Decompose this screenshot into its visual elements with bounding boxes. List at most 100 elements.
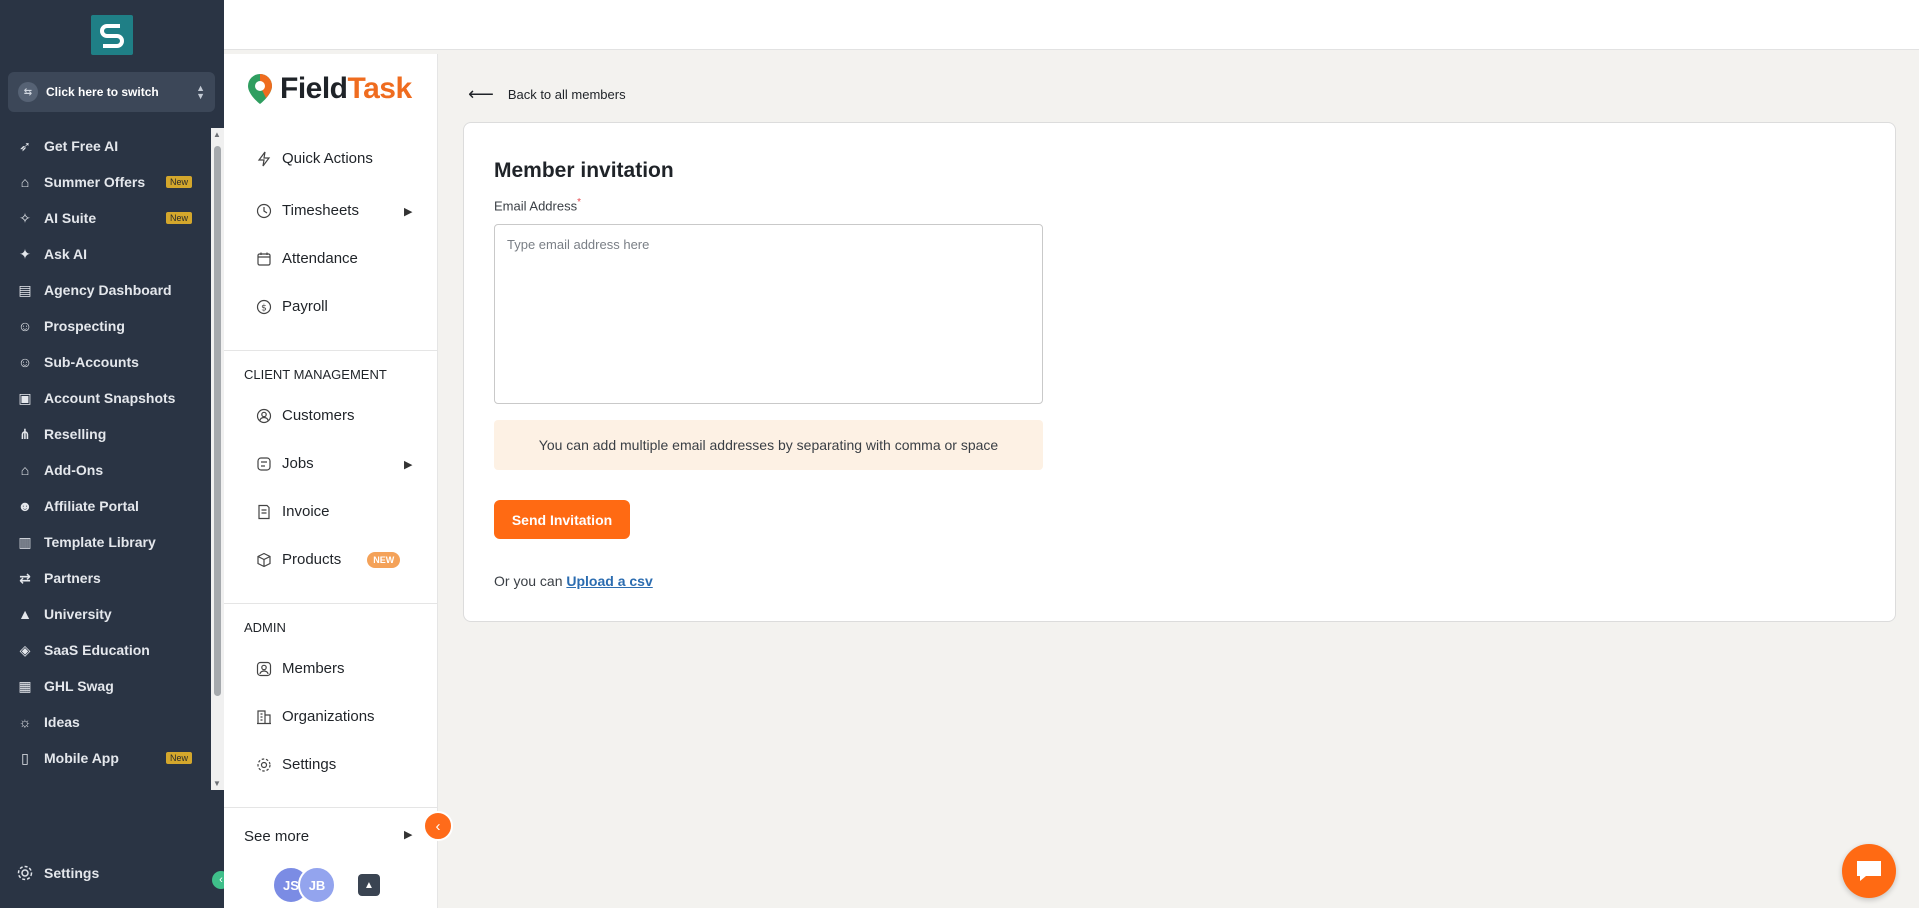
sidebar-scrollbar[interactable]: ▲ ▼ <box>211 128 224 790</box>
sidebar-item-template-library[interactable]: ▥ Template Library <box>0 524 212 560</box>
chevron-left-icon: ‹ <box>219 874 223 886</box>
nav-label: Timesheets <box>282 202 359 219</box>
scrollbar-thumb[interactable] <box>214 146 221 696</box>
payroll-icon: $ <box>256 299 272 315</box>
sidebar-item-get-free-ai[interactable]: ➶ Get Free AI <box>0 128 212 164</box>
back-to-members-link[interactable]: ⟵ Back to all members <box>468 84 626 105</box>
sidebar-item-label: Account Snapshots <box>44 390 176 406</box>
sidebar-item-label: Sub-Accounts <box>44 354 139 370</box>
network-icon: ⋔ <box>19 425 31 442</box>
invoice-icon <box>256 504 272 520</box>
nav-label: Jobs <box>282 455 314 472</box>
sidebar-item-ghl-swag[interactable]: ▦ GHL Swag <box>0 668 212 704</box>
sidebar-item-ideas[interactable]: ☼ Ideas <box>0 704 212 740</box>
sidebar-item-agency-dashboard[interactable]: ▤ Agency Dashboard <box>0 272 212 308</box>
chat-widget-button[interactable] <box>1842 844 1896 898</box>
sidebar-item-prospecting[interactable]: ☺ Prospecting <box>0 308 212 344</box>
sidebar-item-partners[interactable]: ⇄ Partners <box>0 560 212 596</box>
scroll-up-arrow-icon[interactable]: ▲ <box>213 130 221 139</box>
dashboard-icon: ▤ <box>18 281 32 298</box>
sidebar-item-label: Affiliate Portal <box>44 498 139 514</box>
stars-icon: ✦ <box>19 245 31 262</box>
sidebar-item-label: SaaS Education <box>44 642 150 658</box>
email-hint: You can add multiple email addresses by … <box>494 420 1043 470</box>
account-switcher[interactable]: ⇆ Click here to switch ▲ ▼ <box>8 72 215 112</box>
section-heading-admin: ADMIN <box>244 620 286 635</box>
email-label-text: Email Address <box>494 198 578 214</box>
nav-products[interactable]: Products NEW <box>256 551 401 568</box>
nav-invoice[interactable]: Invoice <box>256 503 330 520</box>
back-link-label: Back to all members <box>507 87 626 102</box>
new-badge: New <box>165 212 192 224</box>
chat-icon <box>1857 861 1881 881</box>
user-search-icon: ☺ <box>17 318 33 334</box>
sidebar-item-mobile-app[interactable]: ▯ Mobile App New <box>0 740 212 776</box>
sidebar-item-reselling[interactable]: ⋔ Reselling <box>0 416 212 452</box>
expand-up-button[interactable]: ▲ <box>358 874 380 896</box>
nav-label: Invoice <box>282 503 330 520</box>
library-icon: ▥ <box>18 533 32 550</box>
sidebar-item-ask-ai[interactable]: ✦ Ask AI <box>0 236 212 272</box>
chevron-up-icon: ▲ <box>364 879 374 891</box>
sidebar-item-settings[interactable]: Settings <box>16 864 99 882</box>
nav-label: Quick Actions <box>282 150 373 167</box>
collapse-panel-button[interactable]: ‹ <box>423 811 453 841</box>
sidebar-item-ai-suite[interactable]: ✧ AI Suite New <box>0 200 212 236</box>
nav-payroll[interactable]: $ Payroll <box>256 298 328 315</box>
avatar[interactable]: JB <box>298 866 336 904</box>
sidebar-item-label: Ideas <box>44 714 80 730</box>
nav-customers[interactable]: Customers <box>256 407 355 424</box>
switch-account-icon: ⇆ <box>18 82 38 102</box>
email-label: Email Address* <box>494 197 581 213</box>
sidebar-item-account-snapshots[interactable]: ▣ Account Snapshots <box>0 380 212 416</box>
sidebar-item-sub-accounts[interactable]: ☺ Sub-Accounts <box>0 344 212 380</box>
sidebar-item-summer-offers[interactable]: ⌂ Summer Offers New <box>0 164 212 200</box>
sidebar-item-saas-education[interactable]: ◈ SaaS Education <box>0 632 212 668</box>
nav-quick-actions[interactable]: Quick Actions <box>256 150 373 167</box>
nav-organizations[interactable]: Organizations <box>256 708 375 725</box>
store-icon: ▦ <box>18 677 32 694</box>
member-icon <box>256 661 272 677</box>
caret-right-icon[interactable]: ▶ <box>404 458 412 471</box>
phone-icon: ▯ <box>21 749 29 766</box>
scroll-down-arrow-icon[interactable]: ▼ <box>213 779 221 788</box>
email-input[interactable] <box>494 224 1043 404</box>
sparkle-icon: ✧ <box>19 209 31 226</box>
nav-label: Products <box>282 551 342 568</box>
caret-right-icon[interactable]: ▶ <box>404 205 412 218</box>
sidebar-item-affiliate-portal[interactable]: ☻ Affiliate Portal <box>0 488 212 524</box>
upload-csv-line: Or you can Upload a csv <box>494 573 653 589</box>
chevron-updown-icon: ▲ ▼ <box>196 83 205 101</box>
calendar-icon <box>256 251 272 267</box>
nav-jobs[interactable]: Jobs <box>256 455 314 472</box>
nav-timesheets[interactable]: Timesheets <box>256 202 359 219</box>
cube-icon: ◈ <box>19 641 31 658</box>
fieldtask-logo[interactable]: Field Task <box>246 72 412 106</box>
gear-icon <box>256 757 272 773</box>
rocket-icon: ➶ <box>19 137 31 154</box>
user-avatars[interactable]: JS JB <box>272 866 336 904</box>
sidebar-item-label: Template Library <box>44 534 156 550</box>
gift-icon: ⌂ <box>20 174 30 190</box>
caret-right-icon[interactable]: ▶ <box>404 828 412 841</box>
new-badge: New <box>165 752 192 764</box>
nav-members[interactable]: Members <box>256 660 345 677</box>
divider <box>224 807 438 808</box>
divider <box>224 350 438 351</box>
sidebar-item-label: Reselling <box>44 426 107 442</box>
handshake-icon: ⇄ <box>19 569 31 586</box>
nav-attendance[interactable]: Attendance <box>256 250 358 267</box>
sidebar-item-label: GHL Swag <box>44 678 114 694</box>
lightning-icon <box>256 151 272 167</box>
sidebar-item-label: Get Free AI <box>44 138 119 154</box>
see-more-link[interactable]: See more <box>244 828 309 845</box>
send-invitation-button[interactable]: Send Invitation <box>494 500 630 539</box>
upload-csv-link[interactable]: Upload a csv <box>566 573 652 589</box>
nav-label: Organizations <box>282 708 375 725</box>
nav-settings[interactable]: Settings <box>256 756 336 773</box>
app-logo[interactable] <box>91 15 133 55</box>
sidebar-item-add-ons[interactable]: ⌂ Add-Ons <box>0 452 212 488</box>
graduation-icon: ▲ <box>18 606 32 622</box>
box-icon <box>256 552 272 568</box>
sidebar-item-university[interactable]: ▲ University <box>0 596 212 632</box>
